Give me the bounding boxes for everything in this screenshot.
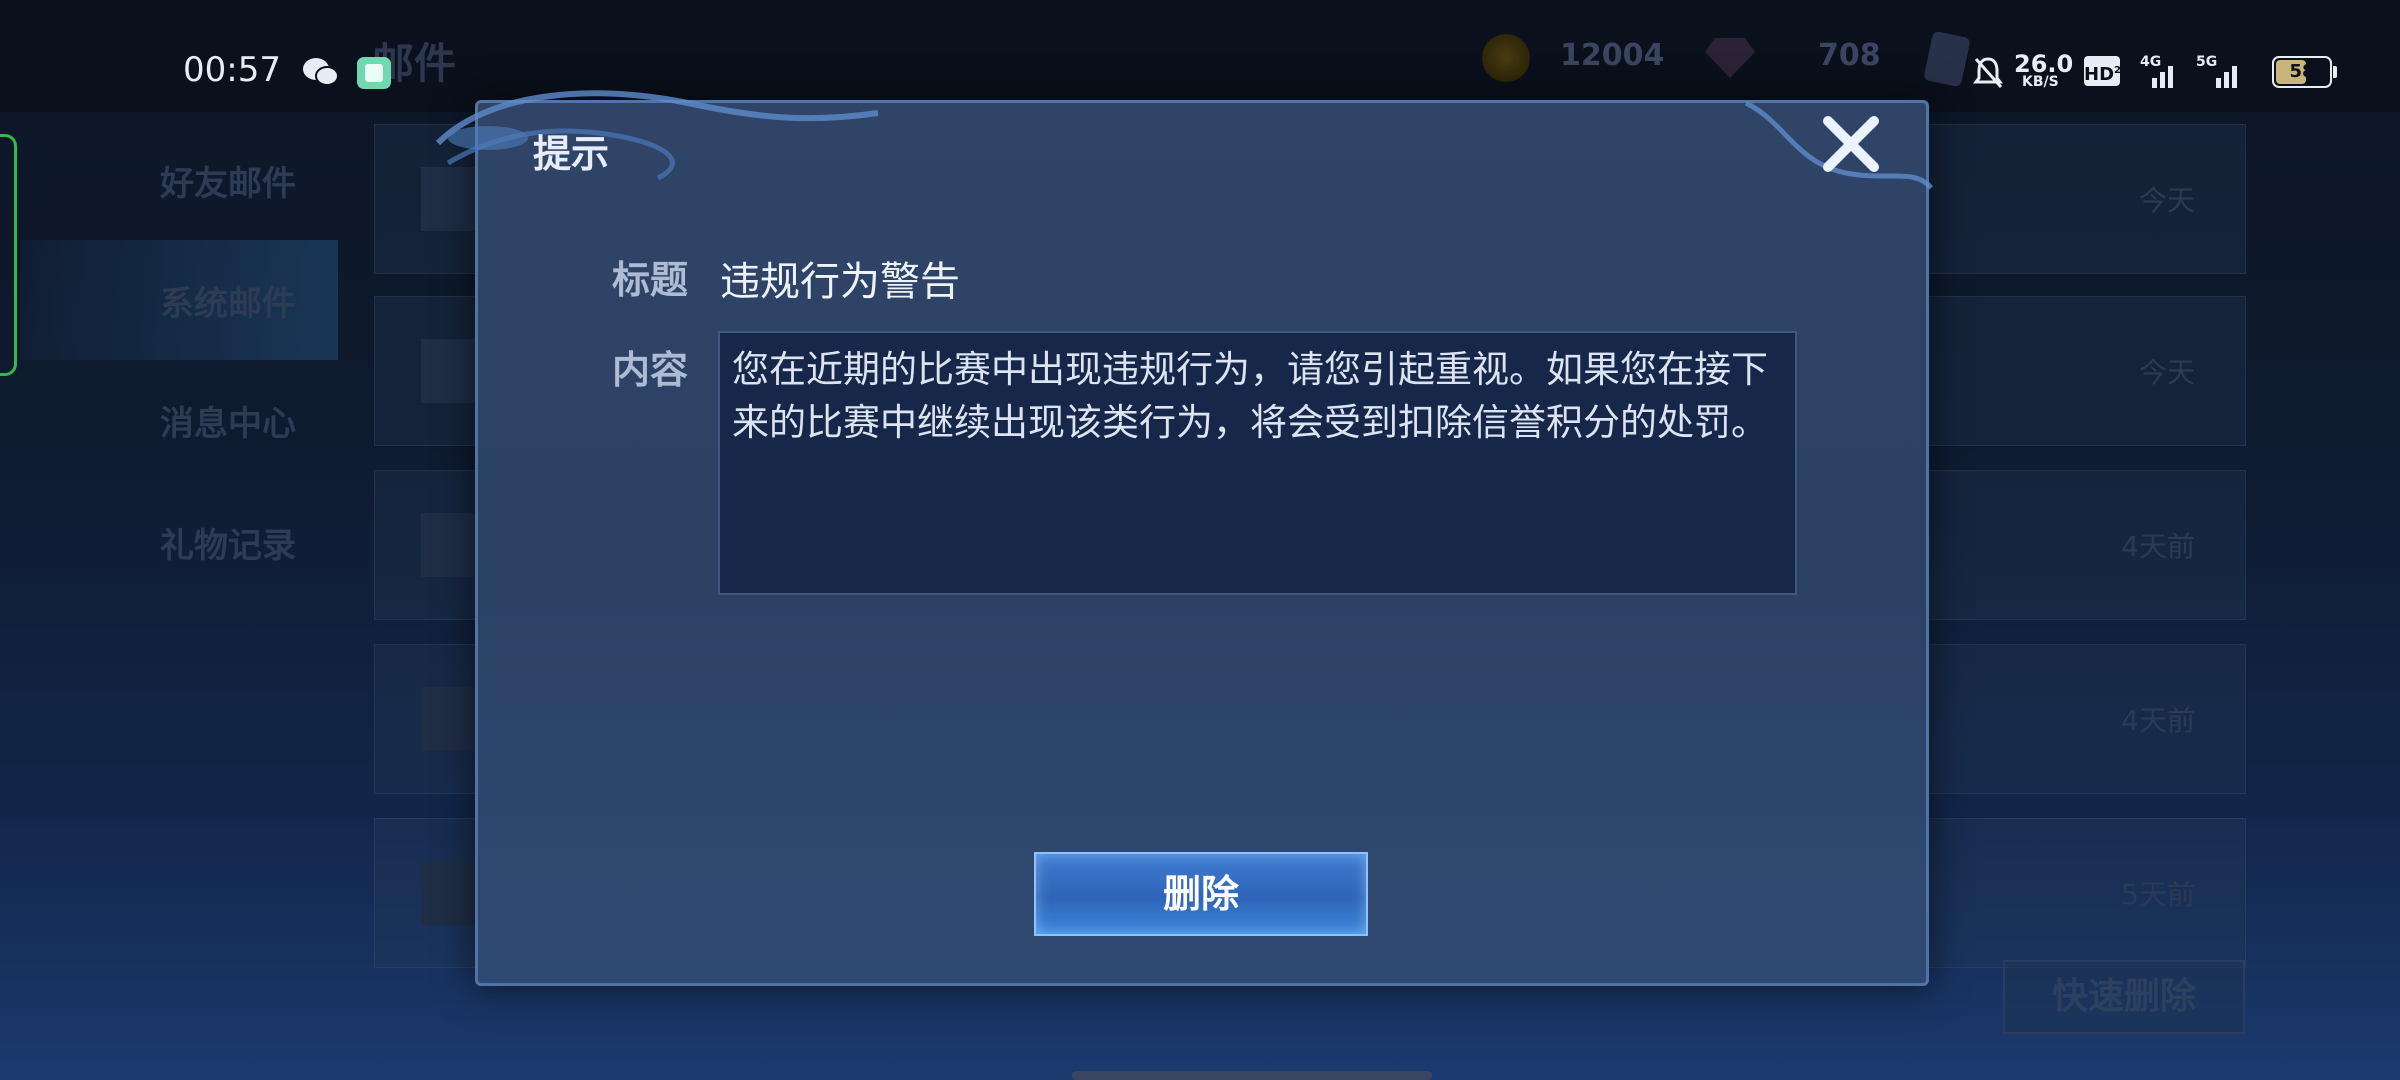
mail-date: 今天 [2138,184,2195,217]
status-time: 00:57 [183,50,281,90]
tab-message-center[interactable]: 消息中心 [160,396,296,445]
decorative-swirl-icon [435,90,879,181]
mail-date: 今天 [2138,356,2195,389]
mute-bell-icon [1973,57,2003,88]
signal-5g-icon [2216,66,2237,88]
left-edge-indicator [0,134,17,376]
content-text: 您在近期的比赛中出现违规行为，请您引起重视。如果您在接下来的比赛中继续出现该类行… [732,348,1768,444]
app-notification-icon [357,57,391,89]
home-indicator[interactable] [1072,1071,1432,1080]
diamond-amount: 708 [1818,38,1881,73]
gold-coin-icon [1482,34,1530,82]
signal-4g-icon [2152,66,2173,88]
battery-icon: 58 [2272,56,2337,88]
net-speed-unit: KB/S [2022,74,2059,90]
subject-label: 标题 [612,258,689,302]
mail-date: 5天前 [2121,878,2195,911]
alert-dialog: 提示 标题 违规行为警告 内容 您在近期的比赛中出现违规行为，请您引起重视。如果… [435,90,1933,986]
tab-gift-record[interactable]: 礼物记录 [160,518,296,567]
quick-delete-button[interactable]: 快速删除 [2003,960,2245,1034]
content-label: 内容 [612,348,689,392]
wechat-icon [303,58,339,86]
gold-amount: 12004 [1560,38,1665,73]
delete-button[interactable]: 删除 [1034,852,1368,936]
mail-date: 4天前 [2121,530,2195,563]
dialog-title: 提示 [533,132,610,176]
tab-system-mail[interactable]: 系统邮件 [160,276,296,325]
content-box[interactable]: 您在近期的比赛中出现违规行为，请您引起重视。如果您在接下来的比赛中继续出现该类行… [718,331,1797,595]
mail-date: 4天前 [2121,704,2195,737]
hd-badge: HD2 [2084,56,2121,86]
subject-value: 违规行为警告 [720,259,960,305]
battery-level: 58 [2289,61,2315,82]
close-icon[interactable] [1818,111,1884,177]
tab-friend-mail[interactable]: 好友邮件 [160,156,296,205]
